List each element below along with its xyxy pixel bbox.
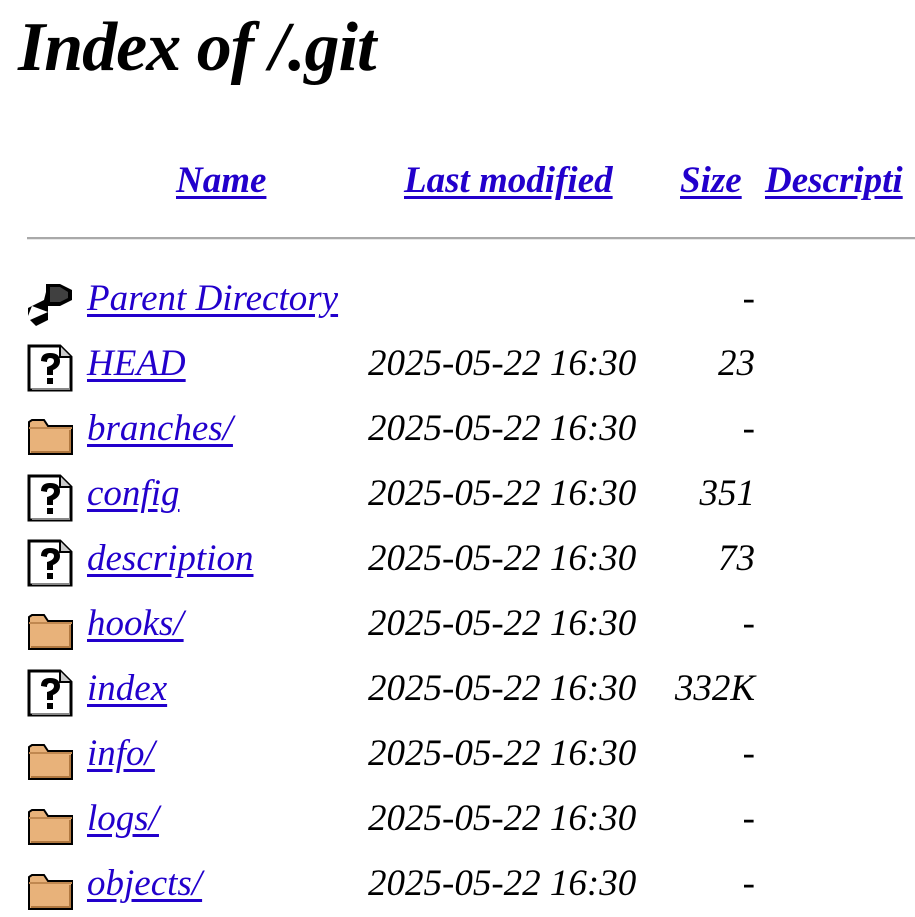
entry-link[interactable]: objects/ (87, 859, 202, 909)
table-row: objects/2025-05-22 16:30 - (0, 855, 915, 917)
entry-size: - (742, 733, 755, 774)
unknown-file-icon (26, 473, 74, 523)
header-divider (27, 237, 915, 240)
table-row: description 2025-05-22 16:30 73 (0, 530, 915, 592)
column-header-description[interactable]: Descripti (765, 156, 903, 206)
entry-size: - (742, 863, 755, 904)
column-header-name[interactable]: Name (176, 156, 266, 206)
entry-modified: 2025-05-22 16:30 (368, 538, 637, 579)
table-row: branches/2025-05-22 16:30 - (0, 400, 915, 462)
entry-size: 351 (699, 473, 756, 514)
unknown-file-icon (26, 668, 74, 718)
table-row: config 2025-05-22 16:30 351 (0, 465, 915, 527)
entry-link[interactable]: HEAD (87, 339, 186, 389)
entry-modified: 2025-05-22 16:30 (368, 733, 637, 774)
entry-size: - (742, 408, 755, 449)
entry-size: 73 (718, 538, 755, 579)
entry-size: - (742, 603, 755, 644)
column-header-size[interactable]: Size (680, 156, 742, 206)
unknown-file-icon (26, 538, 74, 588)
entry-modified: 2025-05-22 16:30 (368, 408, 637, 449)
entry-modified: 2025-05-22 16:30 (368, 343, 637, 384)
page-title: Index of /.git (18, 9, 376, 86)
folder-icon (26, 798, 74, 848)
folder-icon (26, 408, 74, 458)
column-header-last-modified[interactable]: Last modified (404, 156, 613, 206)
entry-size: 23 (718, 343, 755, 384)
entry-modified: 2025-05-22 16:30 (368, 668, 637, 709)
entry-modified: 2025-05-22 16:30 (368, 798, 637, 839)
folder-icon (26, 733, 74, 783)
folder-icon (26, 863, 74, 913)
entry-link[interactable]: logs/ (87, 794, 159, 844)
entry-link[interactable]: config (87, 469, 179, 519)
unknown-file-icon (26, 343, 74, 393)
entry-link[interactable]: Parent Directory (87, 274, 338, 324)
entry-modified: 2025-05-22 16:30 (368, 473, 637, 514)
entry-link[interactable]: branches/ (87, 404, 233, 454)
table-row: hooks/2025-05-22 16:30 - (0, 595, 915, 657)
entry-link[interactable]: hooks/ (87, 599, 184, 649)
table-row: index 2025-05-22 16:30 332K (0, 660, 915, 722)
entry-modified: 2025-05-22 16:30 (368, 863, 637, 904)
table-row: Parent Directory - (0, 270, 915, 332)
entry-link[interactable]: index (87, 664, 167, 714)
entry-link[interactable]: description (87, 534, 253, 584)
folder-icon (26, 603, 74, 653)
entry-size: 332K (674, 668, 755, 709)
table-row: logs/2025-05-22 16:30 - (0, 790, 915, 852)
back-icon (26, 278, 74, 328)
table-row: HEAD 2025-05-22 16:30 23 (0, 335, 915, 397)
entry-modified: 2025-05-22 16:30 (368, 603, 637, 644)
table-row: info/2025-05-22 16:30 - (0, 725, 915, 787)
entry-size: - (742, 278, 755, 319)
entry-size: - (742, 798, 755, 839)
entry-link[interactable]: info/ (87, 729, 155, 779)
